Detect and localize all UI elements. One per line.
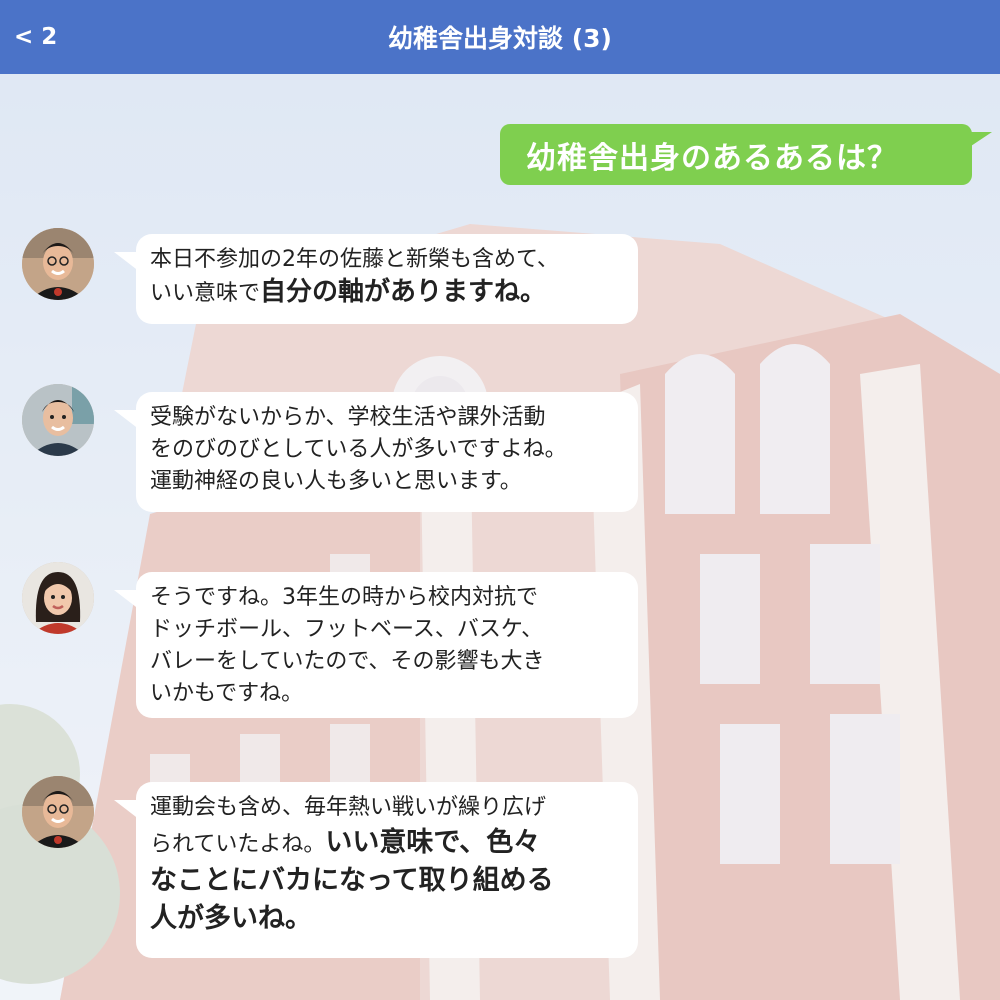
avatar-man-glasses-icon bbox=[22, 776, 94, 848]
message-line: られていたよね。いい意味で、色々 bbox=[150, 827, 541, 858]
question-text: 幼稚舎出身のあるあるは？ bbox=[526, 140, 898, 176]
message-bubble: 本日不参加の2年の佐藤と新榮も含めて、 いい意味で自分の軸がありますね。 bbox=[114, 234, 638, 324]
message-line: ドッチボール、フットベース、バスケ、 bbox=[150, 617, 544, 642]
question-bubble: 幼稚舎出身のあるあるは？ bbox=[500, 124, 992, 185]
message-line: いかもですね。 bbox=[150, 681, 304, 706]
emphasis-text: 自分の軸がありますね。 bbox=[260, 277, 547, 307]
emphasis-text: 人が多いね。 bbox=[150, 903, 312, 934]
emphasis-text: いい意味で、色々 bbox=[325, 827, 541, 858]
message-line: 本日不参加の2年の佐藤と新榮も含めて、 bbox=[150, 247, 559, 272]
message-bubble: 受験がないからか、学校生活や課外活動 をのびのびとしている人が多いですよね。 運… bbox=[114, 392, 638, 512]
message-bubble: そうですね。3年生の時から校内対抗で ドッチボール、フットベース、バスケ、 バレ… bbox=[114, 572, 638, 718]
app-header: < 2 幼稚舎出身対談 (3) bbox=[0, 0, 1000, 74]
avatar-man-glasses-icon bbox=[22, 228, 94, 300]
message-line: バレーをしていたので、その影響も大き bbox=[150, 649, 545, 674]
message-line: いい意味で自分の軸がありますね。 bbox=[150, 277, 547, 307]
message-line: をのびのびとしている人が多いですよね。 bbox=[150, 437, 567, 462]
page-title: 幼稚舎出身対談 (3) bbox=[388, 24, 612, 53]
emphasis-text: なことにバカになって取り組める bbox=[150, 865, 554, 896]
message-line: 運動会も含め、毎年熱い戦いが繰り広げ bbox=[150, 795, 547, 820]
message-line: そうですね。3年生の時から校内対抗で bbox=[150, 585, 538, 610]
message-line: 受験がないからか、学校生活や課外活動 bbox=[150, 405, 546, 430]
message-line: 運動神経の良い人も多いと思います。 bbox=[150, 469, 522, 494]
avatar-man-icon bbox=[22, 384, 94, 456]
avatar-woman-icon bbox=[22, 562, 94, 634]
message-bubble: 運動会も含め、毎年熱い戦いが繰り広げ られていたよね。いい意味で、色々 なことに… bbox=[114, 782, 638, 958]
